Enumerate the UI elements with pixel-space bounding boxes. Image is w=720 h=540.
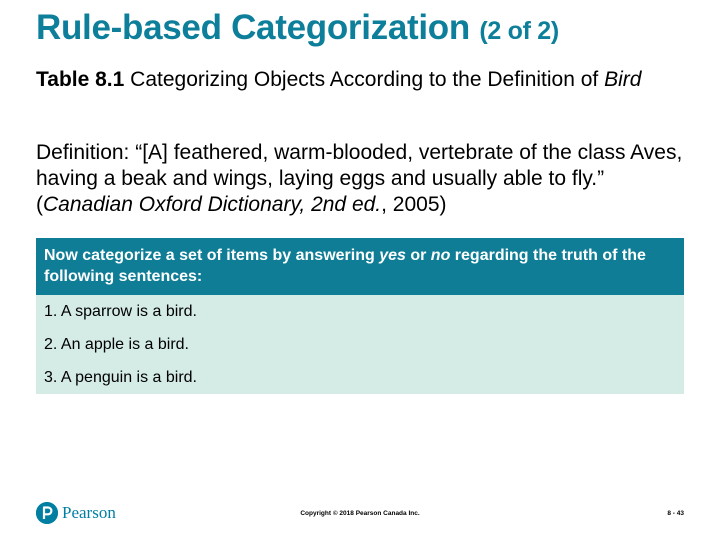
table-row: 3. A penguin is a bird.	[44, 369, 197, 386]
slide-title-main: Rule-based Categorization	[36, 8, 470, 47]
table-row: 1. A sparrow is a bird.	[44, 303, 197, 320]
slide-title: Rule-based Categorization (2 of 2)	[36, 8, 559, 48]
copyright-notice: Copyright © 2018 Pearson Canada Inc.	[300, 510, 420, 517]
definition-end: , 2005)	[381, 193, 447, 216]
definition-source: Canadian Oxford Dictionary, 2nd ed.	[43, 193, 382, 216]
table-caption-label: Table 8.1	[36, 68, 125, 91]
table-caption: Table 8.1 Categorizing Objects According…	[36, 66, 696, 93]
table-header: Now categorize a set of items by answeri…	[36, 238, 684, 295]
slide-title-suffix: (2 of 2)	[479, 17, 559, 45]
definition-paragraph: Definition: “[A] feathered, warm-blooded…	[36, 140, 696, 218]
table-header-no: no	[430, 247, 451, 264]
table-body: 1. A sparrow is a bird. 2. An apple is a…	[36, 295, 684, 394]
table-caption-text: Categorizing Objects According to the De…	[124, 68, 605, 91]
categorization-table: Now categorize a set of items by answeri…	[36, 238, 684, 394]
table-header-yes: yes	[379, 247, 406, 264]
table-header-or: or	[405, 247, 431, 264]
table-row: 2. An apple is a bird.	[44, 336, 189, 353]
page-number: 8 - 43	[667, 510, 684, 517]
table-header-part1: Now categorize a set of items by answeri…	[44, 247, 380, 264]
table-caption-italic: Bird	[604, 68, 642, 91]
